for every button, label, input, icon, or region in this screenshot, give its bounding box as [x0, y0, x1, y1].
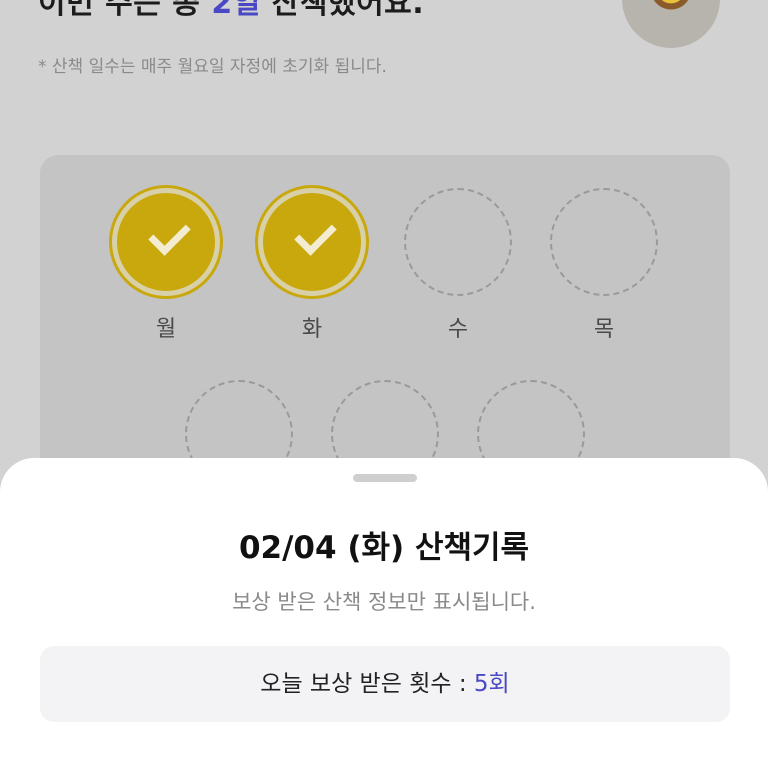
- day-label-mon: 월: [155, 317, 177, 342]
- day-label-tue: 화: [301, 317, 323, 342]
- reward-count-value: 5회: [473, 671, 510, 697]
- walk-record-page: 이번 주는 총 2일 산책했어요. * 산책 일수는 매주 월요일 자정에 초기…: [0, 0, 768, 758]
- reward-count-label: 오늘 보상 받은 횟수 :: [260, 671, 474, 697]
- reset-note: * 산책 일수는 매주 월요일 자정에 초기화 됩니다.: [38, 57, 387, 77]
- sheet-title: 02/04 (화) 산책기록: [238, 530, 530, 566]
- sheet-drag-handle[interactable]: [353, 474, 417, 482]
- walk-record-bottom-sheet: 02/04 (화) 산책기록 보상 받은 산책 정보만 표시됩니다. 오늘 보상…: [0, 458, 768, 758]
- reward-count-box: 오늘 보상 받은 횟수 : 5회: [40, 646, 730, 722]
- day-label-wed: 수: [447, 317, 469, 342]
- day-label-thu: 목: [593, 317, 615, 342]
- avatar[interactable]: [622, 0, 720, 48]
- sheet-subtitle: 보상 받은 산책 정보만 표시됩니다.: [232, 590, 536, 614]
- title-prefix: 이번 주는 총: [38, 0, 212, 21]
- walk-day-count: 2일: [211, 0, 261, 21]
- day-circle-thu[interactable]: [550, 188, 658, 296]
- page-title: 이번 주는 총 2일 산책했어요.: [38, 0, 424, 22]
- day-circle-wed[interactable]: [404, 188, 512, 296]
- title-suffix: 산책했어요.: [260, 0, 425, 21]
- day-circle-mon[interactable]: [112, 188, 220, 296]
- day-circle-tue[interactable]: [258, 188, 366, 296]
